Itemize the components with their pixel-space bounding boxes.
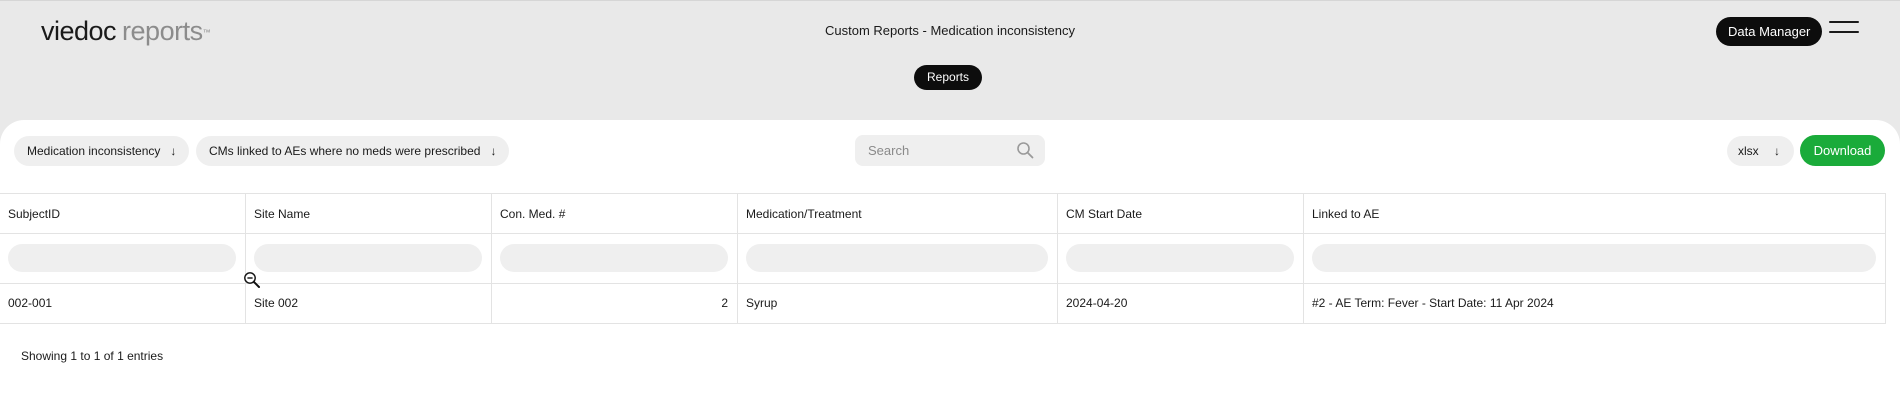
search-input[interactable] <box>868 135 1008 166</box>
arrow-down-icon: ↓ <box>1774 144 1780 158</box>
filter-cm-start-date-input[interactable] <box>1066 244 1294 272</box>
arrow-down-icon: ↓ <box>170 144 177 158</box>
filter-medication-input[interactable] <box>746 244 1048 272</box>
search-icon[interactable] <box>1016 141 1034 159</box>
table-header-row: SubjectID Site Name Con. Med. # Medicati… <box>0 193 1886 234</box>
column-header-subjectid[interactable]: SubjectID <box>0 194 246 233</box>
download-button[interactable]: Download <box>1800 135 1885 166</box>
filter-cell <box>492 234 738 283</box>
report-toolbar: Medication inconsistency ↓ CMs linked to … <box>0 120 1900 193</box>
filter-site-name-input[interactable] <box>254 244 482 272</box>
reports-nav-button[interactable]: Reports <box>914 65 983 90</box>
subreport-select[interactable]: CMs linked to AEs where no meds were pre… <box>196 136 510 166</box>
arrow-down-icon: ↓ <box>490 144 497 158</box>
column-header-cm-start-date[interactable]: CM Start Date <box>1058 194 1304 233</box>
column-header-con-med[interactable]: Con. Med. # <box>492 194 738 233</box>
filter-cell <box>738 234 1058 283</box>
filter-cell <box>1058 234 1304 283</box>
filter-subjectid-input[interactable] <box>8 244 236 272</box>
role-button[interactable]: Data Manager <box>1716 17 1823 46</box>
entries-info: Showing 1 to 1 of 1 entries <box>21 349 164 363</box>
page-title: Custom Reports - Medication inconsistenc… <box>825 23 1075 38</box>
filter-con-med-input[interactable] <box>500 244 728 272</box>
cell-con-med: 2 <box>492 284 738 323</box>
column-header-site-name[interactable]: Site Name <box>246 194 492 233</box>
table-row[interactable]: 002-001 Site 002 2 Syrup 2024-04-20 #2 -… <box>0 284 1886 324</box>
search-box[interactable] <box>855 135 1045 166</box>
cell-subjectid: 002-001 <box>0 284 246 323</box>
report-table: SubjectID Site Name Con. Med. # Medicati… <box>0 193 1886 324</box>
report-type-select[interactable]: Medication inconsistency ↓ <box>14 136 190 166</box>
cell-site-name: Site 002 <box>246 284 492 323</box>
subreport-label: CMs linked to AEs where no meds were pre… <box>209 144 481 158</box>
column-header-medication[interactable]: Medication/Treatment <box>738 194 1058 233</box>
export-format-select[interactable]: xlsx ↓ <box>1727 136 1794 166</box>
filter-cell <box>0 234 246 283</box>
cell-cm-start-date: 2024-04-20 <box>1058 284 1304 323</box>
filter-cell <box>246 234 492 283</box>
filter-cell <box>1304 234 1886 283</box>
cell-medication: Syrup <box>738 284 1058 323</box>
report-type-label: Medication inconsistency <box>27 144 161 158</box>
zoom-out-cursor-icon <box>244 272 260 288</box>
column-header-linked-to-ae[interactable]: Linked to AE <box>1304 194 1886 233</box>
cell-linked-to-ae: #2 - AE Term: Fever - Start Date: 11 Apr… <box>1304 284 1886 323</box>
top-bar: viedoc reports™ Custom Reports - Medicati… <box>0 0 1900 120</box>
filter-linked-to-ae-input[interactable] <box>1312 244 1876 272</box>
export-format-label: xlsx <box>1738 144 1759 158</box>
hamburger-menu-icon[interactable] <box>1829 21 1859 41</box>
report-panel: Medication inconsistency ↓ CMs linked to … <box>0 120 1900 410</box>
table-filter-row <box>0 234 1886 284</box>
